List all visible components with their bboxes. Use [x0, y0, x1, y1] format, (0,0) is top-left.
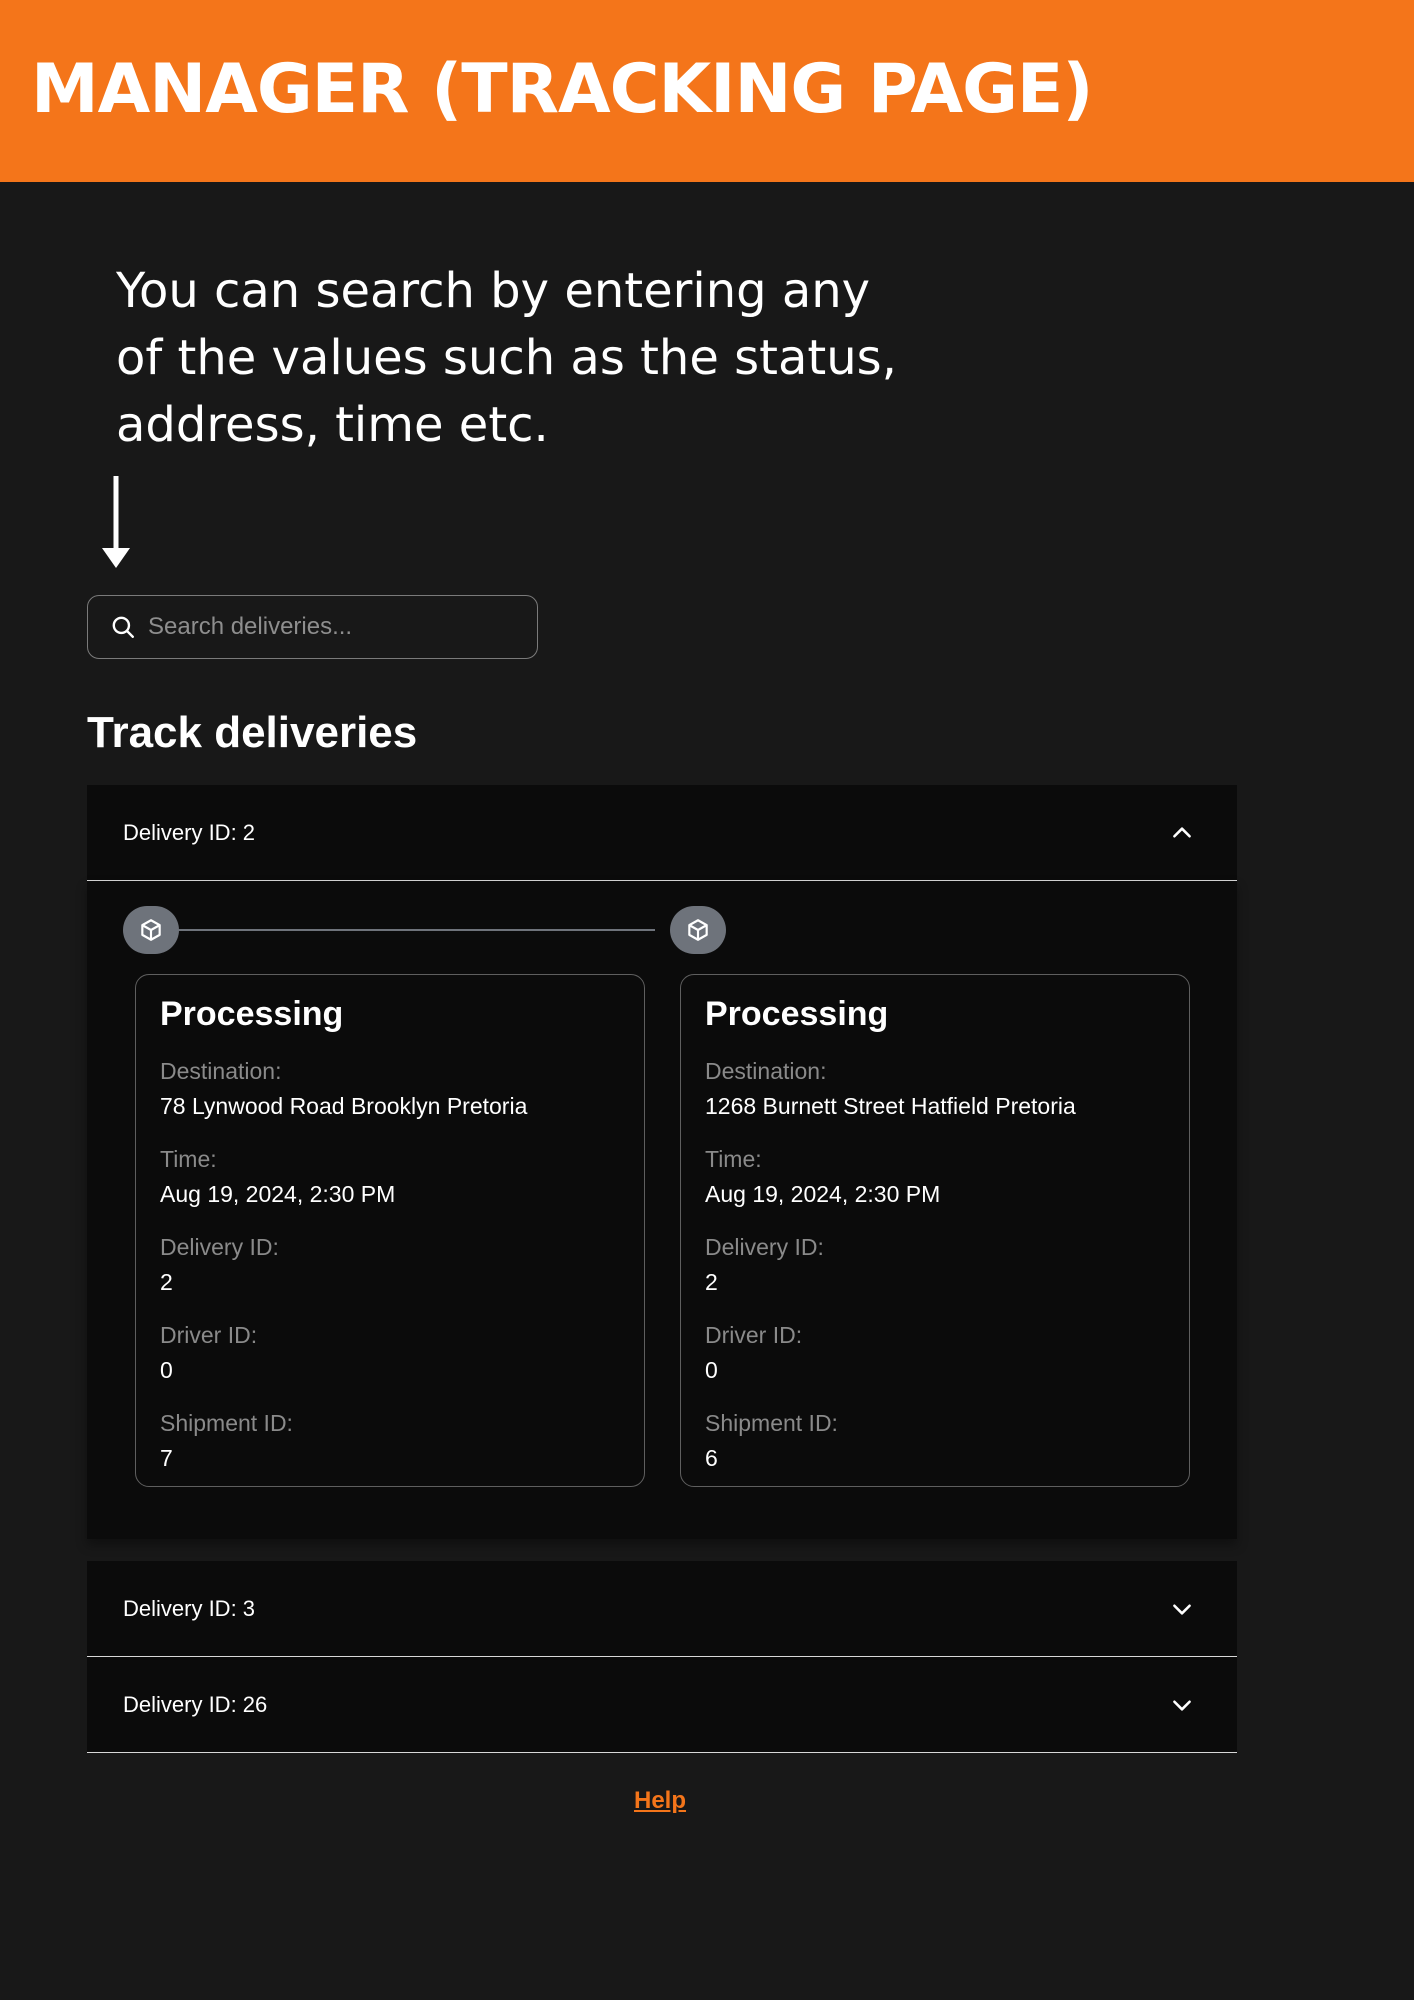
section-title: Track deliveries	[87, 708, 418, 757]
help-link[interactable]: Help	[634, 1787, 686, 1815]
delivery-details: Processing Destination: 78 Lynwood Road …	[87, 881, 1237, 1539]
delivery-id-label: Delivery ID:	[705, 1234, 824, 1260]
driver-id-value: 0	[160, 1357, 173, 1383]
chevron-down-icon[interactable]	[1169, 1596, 1195, 1622]
status-card: Processing Destination: 78 Lynwood Road …	[135, 974, 645, 1487]
instruction-text: You can search by entering any of the va…	[116, 258, 936, 459]
page-title: MANAGER (TRACKING PAGE)	[31, 50, 1093, 129]
chevron-down-icon[interactable]	[1169, 1692, 1195, 1718]
package-icon	[141, 919, 161, 941]
time-value: Aug 19, 2024, 2:30 PM	[160, 1181, 396, 1207]
delivery-id-value: 2	[160, 1269, 173, 1295]
delivery-item: Delivery ID: 2 Processing Destination: 7…	[87, 785, 1237, 1539]
shipment-id-label: Shipment ID:	[160, 1410, 293, 1436]
header-banner: MANAGER (TRACKING PAGE)	[0, 0, 1414, 182]
destination-value: 78 Lynwood Road Brooklyn Pretoria	[160, 1093, 528, 1119]
delivery-header-label: Delivery ID: 2	[123, 819, 256, 845]
status-title: Processing	[705, 995, 889, 1033]
time-value: Aug 19, 2024, 2:30 PM	[705, 1181, 941, 1207]
time-label: Time:	[705, 1146, 762, 1172]
shipment-id-label: Shipment ID:	[705, 1410, 838, 1436]
delivery-id-value: 2	[705, 1269, 718, 1295]
status-card: Processing Destination: 1268 Burnett Str…	[680, 974, 1190, 1487]
destination-value: 1268 Burnett Street Hatfield Pretoria	[705, 1093, 1076, 1119]
driver-id-label: Driver ID:	[160, 1322, 258, 1348]
instruction-line: address, time etc.	[116, 397, 549, 453]
instruction-line: of the values such as the status,	[116, 330, 897, 386]
timeline-step	[670, 906, 726, 954]
delivery-item: Delivery ID: 26	[87, 1657, 1237, 1753]
delivery-header-label: Delivery ID: 3	[123, 1595, 256, 1621]
delivery-header[interactable]: Delivery ID: 26	[87, 1657, 1237, 1753]
chevron-up-icon[interactable]	[1169, 820, 1195, 846]
delivery-header[interactable]: Delivery ID: 3	[87, 1561, 1237, 1657]
search-input[interactable]	[148, 613, 528, 641]
search-icon	[112, 616, 134, 638]
status-title: Processing	[160, 995, 344, 1033]
package-icon	[688, 919, 708, 941]
search-box[interactable]	[87, 595, 538, 659]
delivery-item: Delivery ID: 3	[87, 1561, 1237, 1657]
timeline-step	[123, 906, 179, 954]
destination-label: Destination:	[705, 1058, 827, 1084]
driver-id-label: Driver ID:	[705, 1322, 803, 1348]
delivery-header[interactable]: Delivery ID: 2	[87, 785, 1237, 881]
accordion-spacer	[87, 1539, 1237, 1561]
time-label: Time:	[160, 1146, 217, 1172]
delivery-header-label: Delivery ID: 26	[123, 1691, 268, 1717]
destination-label: Destination:	[160, 1058, 282, 1084]
timeline-connector	[175, 929, 655, 931]
shipment-id-value: 6	[705, 1445, 718, 1471]
instruction-line: You can search by entering any	[116, 263, 871, 319]
deliveries-accordion: Delivery ID: 2 Processing Destination: 7…	[87, 785, 1237, 1753]
arrow-down-icon	[102, 476, 130, 568]
driver-id-value: 0	[705, 1357, 718, 1383]
shipment-id-value: 7	[160, 1445, 173, 1471]
delivery-id-label: Delivery ID:	[160, 1234, 279, 1260]
